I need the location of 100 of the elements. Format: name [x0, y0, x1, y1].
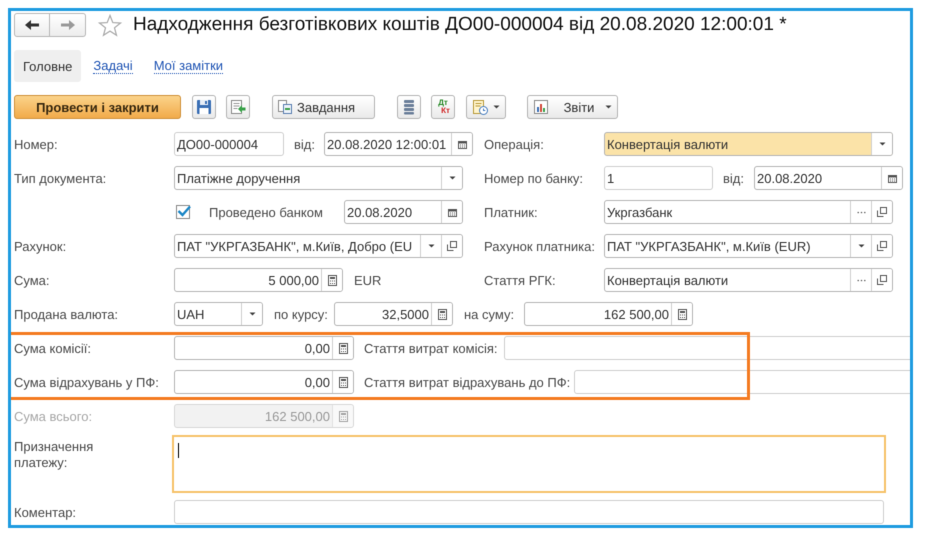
dropdown-button[interactable]	[241, 303, 262, 325]
field-label: EUR	[354, 272, 382, 288]
field-label: Номер по банку:	[484, 170, 584, 186]
field-label: Продана валюта:	[14, 306, 120, 322]
caret-icon	[605, 105, 612, 109]
input-field[interactable]: 20.08.2020	[754, 166, 903, 190]
field-label: Тип документа:	[14, 170, 108, 186]
input-field[interactable]	[504, 336, 910, 360]
dropdown-button[interactable]	[441, 167, 462, 189]
right-arrow-icon	[60, 19, 76, 31]
tab[interactable]: Головне	[14, 50, 82, 82]
field-label: Операція:	[484, 136, 545, 152]
calculator-icon	[678, 308, 686, 320]
report-icon	[533, 99, 549, 115]
input-field[interactable]: ПАТ "УКРГАЗБАНК", м.Київ, Добро (EU	[174, 234, 463, 258]
input-field[interactable]: Платіжне доручення	[174, 166, 463, 190]
open-button[interactable]	[871, 269, 892, 291]
calculator-button[interactable]	[332, 371, 353, 393]
input-field[interactable]: 5 000,00	[174, 268, 343, 292]
field-label: від:	[294, 136, 316, 152]
calendar-icon	[888, 174, 896, 182]
field-label: Сума відрахувань у ПФ:	[14, 374, 160, 390]
window-title: Надходження безготівкових коштів ДО00-000004 від 20.08.2020 12:00:01 *	[133, 14, 787, 36]
field-label: Рахунок:	[14, 238, 68, 254]
text-cursor	[178, 443, 179, 458]
calendar-icon	[458, 140, 466, 148]
debit-credit-button[interactable]: Дт Кт	[431, 95, 455, 119]
calculator-button[interactable]	[332, 337, 353, 359]
field-label: по курсу:	[274, 306, 329, 322]
field-label: Сума:	[14, 272, 51, 288]
input-field[interactable]: Конвертація валюти	[604, 132, 893, 156]
input-field[interactable]: Укргазбанк	[604, 200, 893, 224]
caret-icon	[448, 176, 456, 180]
input-field[interactable]: 0,00	[174, 370, 354, 394]
tab[interactable]: Задачі	[84, 50, 142, 82]
calendar-icon	[448, 208, 456, 216]
list-button[interactable]	[397, 95, 421, 119]
calculator-icon	[438, 308, 446, 320]
document-button[interactable]	[226, 95, 250, 119]
caret-icon	[248, 312, 256, 316]
caret-icon	[858, 244, 864, 248]
field-label: від:	[723, 170, 745, 186]
windows-icon	[877, 275, 887, 285]
save-button[interactable]	[192, 95, 216, 119]
post-and-close-button[interactable]: Провести і закрити	[14, 95, 181, 119]
field-label: Коментар:	[14, 504, 78, 520]
calendar-button[interactable]	[881, 167, 902, 189]
calculator-icon	[328, 274, 336, 286]
input-field[interactable]	[574, 370, 910, 394]
open-button[interactable]	[441, 235, 462, 257]
field-label: на суму:	[464, 306, 516, 322]
calendar-button[interactable]	[451, 133, 472, 155]
back-button[interactable]	[14, 13, 50, 37]
input-field[interactable]: 32,5000	[334, 302, 453, 326]
list-icon	[401, 99, 417, 115]
reports-button[interactable]: Звіти	[527, 95, 618, 119]
input-field[interactable]	[174, 500, 884, 524]
check-icon	[177, 205, 191, 217]
field-label: Стаття витрат відрахувань до ПФ:	[364, 374, 572, 390]
field-label: Проведено банком	[209, 204, 324, 220]
field-label: Стаття витрат комісія:	[364, 340, 498, 356]
field-label: Номер:	[14, 136, 59, 152]
calculator-button[interactable]	[431, 303, 452, 325]
field-label: Рахунок платника:	[484, 238, 596, 254]
dropdown-button[interactable]	[871, 133, 892, 155]
menu-button[interactable]	[466, 95, 506, 119]
field-label: Стаття РГК:	[484, 272, 557, 288]
ellipsis-icon	[856, 210, 866, 214]
input-field[interactable]: 0,00	[174, 336, 354, 360]
windows-icon	[447, 241, 457, 251]
input-field: 162 500,00	[174, 404, 354, 428]
calculator-icon	[338, 376, 348, 388]
input-field[interactable]: Конвертація валюти	[604, 268, 893, 292]
checkbox[interactable]	[176, 205, 190, 219]
field-label: Сума комісії:	[14, 340, 92, 356]
caret-icon	[493, 105, 500, 109]
left-arrow-icon	[24, 19, 40, 31]
input-field[interactable]: 20.08.2020 12:00:01	[324, 132, 473, 156]
calculator-button[interactable]	[321, 269, 342, 291]
star-icon[interactable]	[98, 14, 122, 36]
ellipsis-icon	[856, 278, 866, 282]
input-field[interactable]: UAH	[174, 302, 263, 326]
calculator-icon	[338, 342, 348, 354]
field-label: Платник:	[484, 204, 539, 220]
document-clock-icon	[472, 99, 488, 115]
caret-icon	[878, 142, 886, 146]
open-button[interactable]	[871, 235, 892, 257]
input-field[interactable]: ПАТ "УКРГАЗБАНК", м.Київ (EUR)	[604, 234, 893, 258]
input-field[interactable]: ДО00-000004	[174, 132, 284, 156]
open-button[interactable]	[871, 201, 892, 223]
document-icon	[277, 99, 293, 115]
input-field[interactable]: 162 500,00	[524, 302, 693, 326]
task-button[interactable]: Завдання	[272, 95, 375, 119]
calculator-button[interactable]	[671, 303, 692, 325]
field-label: Призначення платежу:	[14, 439, 94, 471]
calendar-button[interactable]	[441, 201, 462, 223]
caret-icon	[428, 244, 434, 248]
tab[interactable]: Мої замітки	[144, 50, 232, 82]
input-field[interactable]: 1	[604, 166, 713, 190]
input-field[interactable]: 20.08.2020	[344, 200, 463, 224]
